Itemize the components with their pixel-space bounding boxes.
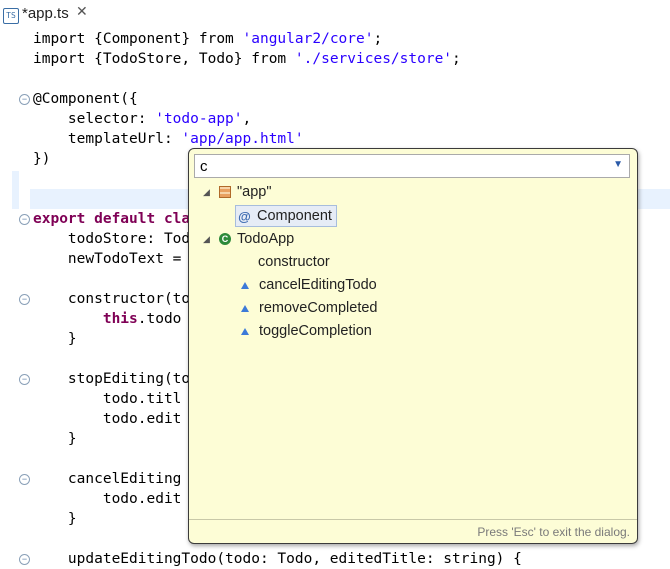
filter-input[interactable] xyxy=(200,156,600,176)
close-icon[interactable]: ✕ xyxy=(76,3,88,20)
tree-item-label: TodoApp xyxy=(237,231,295,247)
code-line: } xyxy=(33,511,77,527)
filter-box: ▼ xyxy=(194,154,630,178)
tree-item-todoapp[interactable]: ◢ C TodoApp xyxy=(203,228,294,250)
method-icon xyxy=(241,327,249,335)
expand-arrow-icon[interactable]: ◢ xyxy=(203,181,210,203)
tree-item-app[interactable]: ◢ "app" xyxy=(203,181,272,203)
tree-item-label: "app" xyxy=(237,184,272,200)
method-icon xyxy=(241,304,249,312)
code-line: this.todo xyxy=(102,311,182,327)
tree-item-constructor[interactable]: constructor xyxy=(258,251,330,273)
code-line: todo.edit xyxy=(33,491,182,507)
chevron-down-icon[interactable]: ▼ xyxy=(613,159,623,170)
fold-collapse-icon[interactable]: − xyxy=(19,554,30,565)
tree-item-label: constructor xyxy=(258,254,330,270)
code-line: cancelEditing xyxy=(33,471,182,487)
code-line: updateEditingTodo(todo: Todo, editedTitl… xyxy=(33,551,522,567)
class-icon: C xyxy=(219,233,231,245)
package-icon xyxy=(219,186,231,198)
fold-collapse-icon[interactable]: − xyxy=(19,294,30,305)
tab-title: *app.ts xyxy=(22,5,69,22)
editor-tab-bar: TS *app.ts ✕ xyxy=(0,0,670,29)
tree-item-removecompleted[interactable]: removeCompleted xyxy=(238,297,377,319)
esc-hint: Press 'Esc' to exit the dialog. xyxy=(477,525,630,539)
tree-item-component[interactable]: @ Component xyxy=(235,205,337,227)
quick-outline-popup: ▼ ◢ "app" @ Component ◢ C TodoApp constr… xyxy=(188,148,638,544)
tree-item-togglecompletion[interactable]: toggleCompletion xyxy=(238,320,372,342)
annotation-icon: @ xyxy=(238,208,251,224)
code-line: todo.titl xyxy=(33,391,182,407)
code-line: import {Component} from 'angular2/core'; xyxy=(33,31,383,47)
method-icon xyxy=(241,281,249,289)
code-line: todo.edit xyxy=(33,411,182,427)
code-line: constructor(to xyxy=(33,291,191,307)
code-line: todoStore: Tod xyxy=(33,231,191,247)
ts-file-icon: TS xyxy=(3,8,19,24)
fold-collapse-icon[interactable]: − xyxy=(19,214,30,225)
tab-app-ts[interactable]: TS *app.ts ✕ xyxy=(0,0,94,29)
tree-item-label: cancelEditingTodo xyxy=(259,277,377,293)
code-line: templateUrl: 'app/app.html' xyxy=(33,131,304,147)
code-line: @Component({ xyxy=(33,91,138,107)
code-line: newTodoText = xyxy=(33,251,182,267)
tree-item-label: toggleCompletion xyxy=(259,323,372,339)
tree-item-label: removeCompleted xyxy=(259,300,378,316)
tree-item-label: Component xyxy=(257,208,332,224)
code-line: }) xyxy=(33,151,51,167)
code-line: selector: 'todo-app', xyxy=(33,111,252,127)
fold-collapse-icon[interactable]: − xyxy=(19,374,30,385)
fold-collapse-icon[interactable]: − xyxy=(19,94,30,105)
code-line: } xyxy=(33,331,77,347)
code-line: } xyxy=(33,431,77,447)
code-line: export default cla xyxy=(33,211,191,227)
change-marker xyxy=(12,171,19,209)
code-line: import {TodoStore, Todo} from './service… xyxy=(33,51,461,67)
expand-arrow-icon[interactable]: ◢ xyxy=(203,228,210,250)
code-line: stopEditing(to xyxy=(33,371,191,387)
fold-collapse-icon[interactable]: − xyxy=(19,474,30,485)
tree-item-canceleditingtodo[interactable]: cancelEditingTodo xyxy=(238,274,377,296)
popup-footer: Press 'Esc' to exit the dialog. xyxy=(189,519,637,543)
